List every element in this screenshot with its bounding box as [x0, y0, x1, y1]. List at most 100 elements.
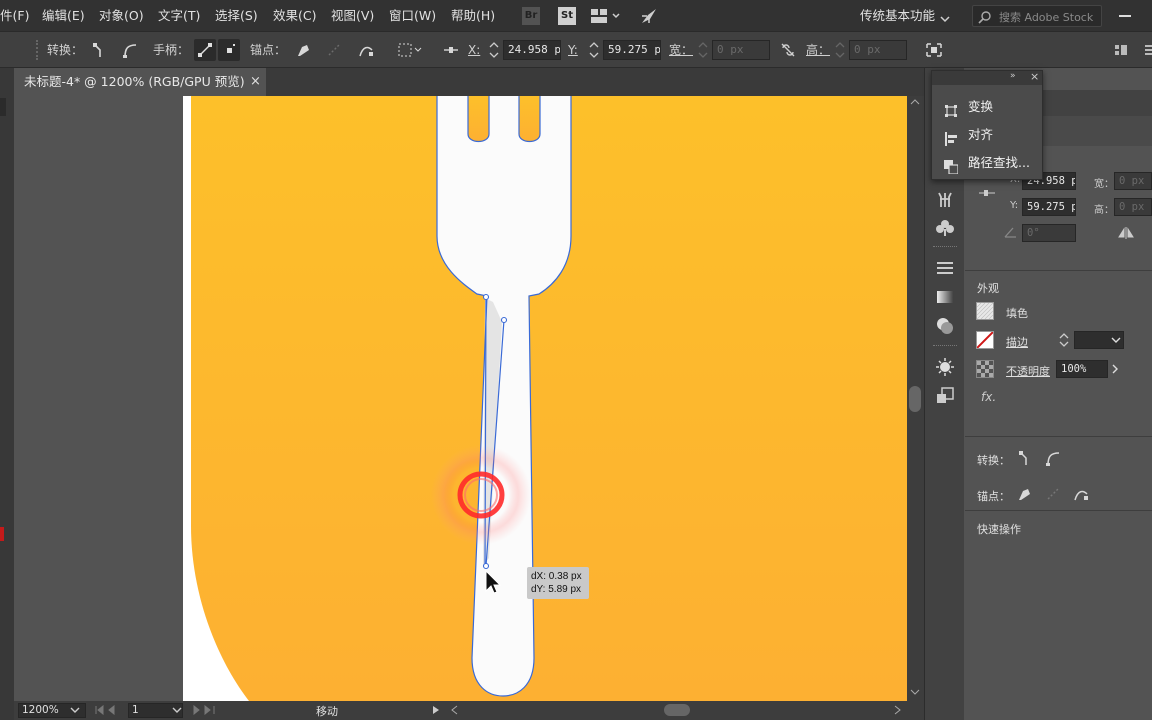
stroke-weight-stepper[interactable]: [1056, 331, 1072, 349]
search-stock-input[interactable]: 搜索 Adobe Stock: [972, 5, 1102, 27]
rotate-angle-icon: [1004, 226, 1018, 238]
flip-horizontal-icon[interactable]: [1118, 227, 1134, 239]
symbol-sprayer-icon[interactable]: [935, 189, 955, 209]
convert-corner-icon[interactable]: [89, 39, 111, 61]
width-field[interactable]: 0 px: [712, 40, 770, 60]
prop-convert-smooth-icon[interactable]: [1045, 450, 1061, 466]
prop-width-field[interactable]: 0 px: [1114, 172, 1152, 190]
chevron-down-icon[interactable]: [940, 12, 950, 23]
pathfinder-icon: [944, 156, 959, 175]
stroke-label[interactable]: 描边: [1006, 334, 1028, 350]
y-stepper[interactable]: [588, 40, 600, 60]
stroke-swatch-none[interactable]: [976, 331, 994, 349]
opacity-field[interactable]: 100%: [1056, 360, 1108, 378]
gradient-panel-icon[interactable]: [935, 287, 955, 307]
x-field[interactable]: 24.958 p: [503, 40, 561, 60]
artboard-dropdown-icon[interactable]: [172, 707, 182, 714]
minimize-icon[interactable]: [1119, 15, 1131, 17]
dock-divider: [933, 246, 957, 248]
close-tab-icon[interactable]: ×: [250, 68, 261, 96]
graphic-styles-icon[interactable]: [935, 386, 955, 406]
quick-actions-title: 快速操作: [977, 523, 1021, 536]
rotate-angle-field[interactable]: 0°: [1022, 224, 1076, 242]
stroke-weight-dropdown-icon[interactable]: [1111, 337, 1121, 344]
scroll-left-icon[interactable]: [450, 705, 458, 715]
prop-height-field[interactable]: 0 px: [1114, 198, 1152, 216]
isolate-icon[interactable]: [923, 39, 945, 61]
hide-handles-icon[interactable]: [218, 39, 240, 61]
select-similar-icon[interactable]: [396, 39, 424, 61]
popup-title-bar[interactable]: » ×: [932, 70, 1042, 85]
tool-selection[interactable]: [0, 98, 6, 116]
menu-select[interactable]: 选择(S): [215, 0, 258, 32]
fx-effects-button[interactable]: fx.: [981, 390, 996, 404]
x-stepper[interactable]: [488, 40, 500, 60]
width-stepper[interactable]: [697, 40, 709, 60]
expand-panel-icon[interactable]: »: [1010, 71, 1016, 81]
convert-smooth-icon[interactable]: [119, 39, 141, 61]
reference-point-icon[interactable]: [978, 186, 996, 200]
menu-window[interactable]: 窗口(W): [389, 0, 436, 32]
stroke-swatch[interactable]: [0, 527, 4, 541]
vertical-scroll-thumb[interactable]: [909, 386, 921, 412]
document-tab[interactable]: 未标题-4* @ 1200% (RGB/GPU 预览) ×: [14, 68, 266, 96]
menu-file[interactable]: 件(F): [0, 0, 29, 32]
first-prev-artboard-icon[interactable]: [94, 705, 128, 715]
gpu-performance-icon[interactable]: [640, 7, 658, 25]
menu-effect[interactable]: 效果(C): [273, 0, 316, 32]
workspace-switcher[interactable]: 传统基本功能: [860, 0, 935, 32]
stroke-panel-icon[interactable]: [935, 258, 955, 278]
popup-item-pathfinder[interactable]: 路径查找...: [932, 149, 1042, 177]
close-panel-icon[interactable]: ×: [1030, 70, 1039, 83]
height-field[interactable]: 0 px: [849, 40, 907, 60]
arrange-documents-icon[interactable]: [591, 9, 621, 23]
bridge-button[interactable]: Br: [522, 7, 540, 25]
constrain-proportions-icon[interactable]: [777, 39, 799, 61]
status-text[interactable]: 移动: [316, 703, 338, 719]
connect-anchors-icon[interactable]: [323, 39, 345, 61]
height-stepper[interactable]: [834, 40, 846, 60]
symbols-club-icon[interactable]: [935, 218, 955, 238]
scroll-up-icon[interactable]: [910, 98, 920, 106]
prop-cut-path-icon[interactable]: [1073, 486, 1089, 502]
prop-convert-corner-icon[interactable]: [1018, 450, 1034, 466]
align-anchor-icon[interactable]: [440, 39, 462, 61]
show-handles-icon[interactable]: [194, 39, 216, 61]
control-bar: 转换： 手柄： 锚点： X: Y: 宽： 高：: [0, 32, 1152, 68]
transparency-panel-icon[interactable]: [935, 316, 955, 336]
cut-path-icon[interactable]: [355, 39, 377, 61]
status-menu-icon[interactable]: [432, 705, 440, 715]
opacity-more-icon[interactable]: [1110, 363, 1120, 375]
scroll-right-icon[interactable]: [894, 705, 902, 715]
fill-label[interactable]: 填色: [1006, 305, 1028, 321]
artwork[interactable]: [183, 96, 907, 701]
popup-item-align[interactable]: 对齐: [932, 121, 1042, 149]
opacity-label[interactable]: 不透明度: [1006, 363, 1050, 379]
menu-edit[interactable]: 编辑(E): [42, 0, 85, 32]
menu-view[interactable]: 视图(V): [331, 0, 374, 32]
y-field[interactable]: 59.275 p: [603, 40, 661, 60]
menu-object[interactable]: 对象(O): [99, 0, 144, 32]
y-label: Y:: [568, 43, 578, 57]
anchor-point-bottom: [482, 562, 490, 570]
align-panel-icon[interactable]: [1110, 39, 1132, 61]
popup-item-transform[interactable]: 变换: [932, 93, 1042, 121]
fill-swatch[interactable]: [976, 302, 994, 320]
menu-help[interactable]: 帮助(H): [451, 0, 495, 32]
appearance-panel-icon[interactable]: [935, 357, 955, 377]
section-divider: [965, 270, 1152, 271]
menu-type[interactable]: 文字(T): [158, 0, 200, 32]
zoom-dropdown-icon[interactable]: [70, 707, 80, 714]
next-last-artboard-icon[interactable]: [190, 705, 224, 715]
prop-y-field[interactable]: 59.275 p: [1022, 198, 1076, 216]
prop-connect-anchors-icon[interactable]: [1045, 486, 1061, 502]
prop-pen-anchor-icon[interactable]: [1017, 486, 1033, 502]
stroke-weight-field[interactable]: [1074, 331, 1124, 349]
stock-button[interactable]: St: [558, 7, 576, 25]
artboard[interactable]: [183, 96, 907, 701]
vertical-scrollbar[interactable]: [907, 96, 924, 701]
scroll-down-icon[interactable]: [910, 688, 920, 696]
horizontal-scroll-thumb[interactable]: [664, 704, 690, 716]
menu-more-icon[interactable]: [1138, 39, 1152, 61]
pen-add-anchor-icon[interactable]: [293, 39, 315, 61]
